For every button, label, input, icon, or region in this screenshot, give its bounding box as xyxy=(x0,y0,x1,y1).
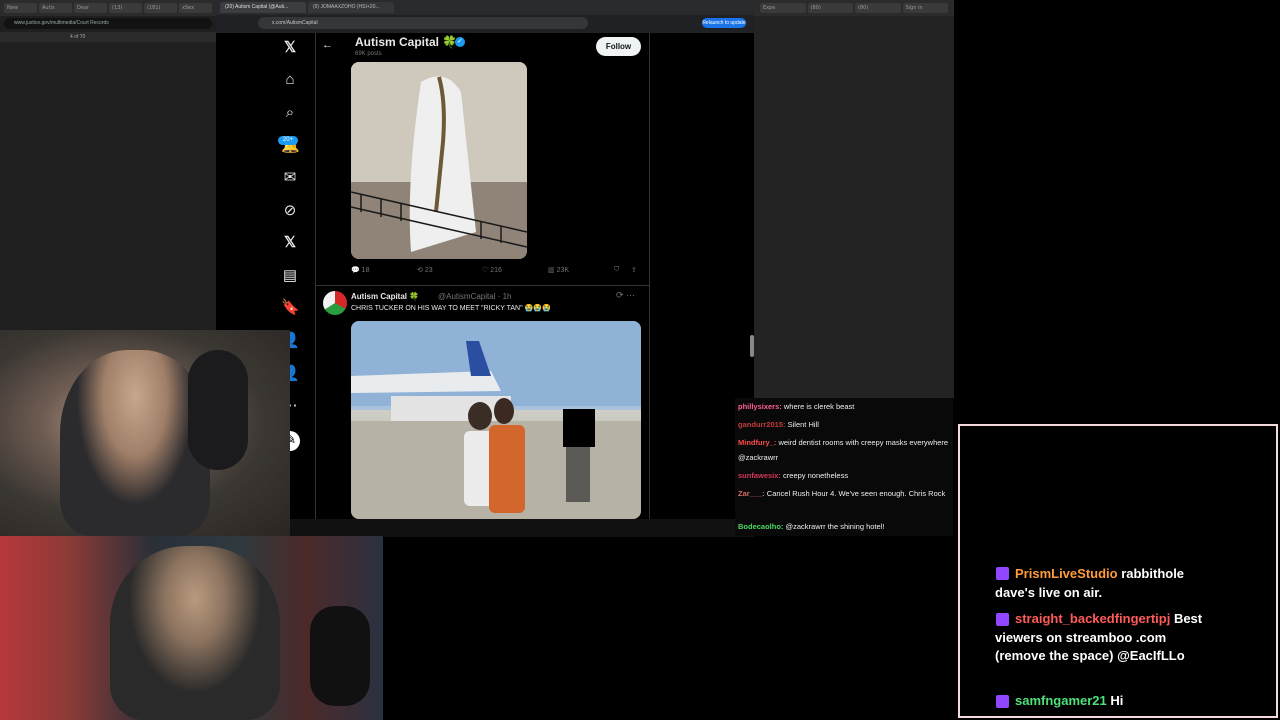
chat-message: gandurr2015: Silent Hill xyxy=(738,418,950,433)
stream-chat-message: straight_backedfingertipj Best viewers o… xyxy=(995,610,1205,666)
mail-icon[interactable]: ✉ xyxy=(281,169,299,187)
post1-actions: 💬 18 ⟲ 23 ♡ 216 ▥ 23K ⛉ ⇪ xyxy=(351,266,641,278)
views-count: 23K xyxy=(556,267,570,274)
microphone-icon xyxy=(310,606,370,706)
right-tab[interactable]: (80) xyxy=(855,3,901,13)
bookmark-post-icon[interactable]: ⛉ xyxy=(614,266,619,274)
post-image-staircase[interactable] xyxy=(351,62,527,259)
center-bottom-bar xyxy=(216,519,754,537)
left-tab[interactable]: xSex xyxy=(179,3,212,13)
airport-photo-illustration xyxy=(351,321,641,519)
right-tab-strip: Expe (80) (80) Sign in xyxy=(754,0,954,16)
chat-username: Mindfury_: xyxy=(738,438,777,447)
bookmark-icon[interactable]: 🔖 xyxy=(281,299,300,317)
microphone-icon xyxy=(188,350,248,470)
grok-icon[interactable]: ⊘ xyxy=(281,202,299,220)
right-sign-in[interactable]: Sign in xyxy=(902,3,948,13)
follow-button[interactable]: Follow xyxy=(596,37,641,56)
like-button[interactable]: ♡ 216 xyxy=(482,266,502,274)
verified-badge-icon: ✓ xyxy=(455,37,465,47)
more-options-icon[interactable]: ⟳ ··· xyxy=(616,290,635,301)
column-divider xyxy=(649,33,650,523)
repost-count: 23 xyxy=(424,267,433,274)
left-tab-strip: New Autis Dear (13) (181) xSex xyxy=(0,0,216,16)
share-icon[interactable]: ⇪ xyxy=(631,266,637,274)
left-tab[interactable]: (181) xyxy=(144,3,177,13)
relaunch-button[interactable]: Relaunch to update xyxy=(702,18,746,28)
chat-text: @zackrawrr the shining hotel! xyxy=(785,522,885,531)
search-icon[interactable]: ⌕ xyxy=(281,104,299,122)
center-address-bar[interactable]: x.com/AutismCapital xyxy=(258,17,588,29)
stream-chat-text: Hi xyxy=(1110,693,1124,708)
posts-count: 69K posts xyxy=(355,51,382,57)
right-tab[interactable]: Expe xyxy=(760,3,806,13)
chat-text: Silent Hill xyxy=(787,420,819,429)
premium-x-icon[interactable]: 𝕏 xyxy=(281,234,299,252)
profile-name: Autism Capital 🍀 xyxy=(355,35,458,49)
left-tab[interactable]: (13) xyxy=(109,3,142,13)
chat-username: phillysixers: xyxy=(738,402,782,411)
chat-message: phillysixers: where is clerek beast xyxy=(738,400,950,415)
tab-second[interactable]: (9) JOMAAXZOHO (HSI+20... xyxy=(308,2,394,13)
post2-handle[interactable]: @AutismCapital · 1h xyxy=(438,292,511,301)
chat-message: sunfawesix: creepy nonetheless xyxy=(738,469,950,484)
post-divider xyxy=(316,285,649,286)
overlay-chat: phillysixers: where is clerek beast gand… xyxy=(735,398,953,536)
chat-text: Cancel Rush Hour 4. We've seen enough. C… xyxy=(766,489,946,498)
chat-message: Zar___: Cancel Rush Hour 4. We've seen e… xyxy=(738,487,950,502)
column-divider xyxy=(315,33,316,523)
chat-username: Bodecaolho: xyxy=(738,522,784,531)
chat-message: Mindfury_: weird dentist rooms with cree… xyxy=(738,436,950,465)
post2-author-name[interactable]: Autism Capital 🍀 xyxy=(351,292,419,301)
stream-chat-message: PrismLiveStudio rabbithole dave's live o… xyxy=(995,565,1205,602)
stream-chat-username: samfngamer21 xyxy=(1015,693,1107,708)
repost-button[interactable]: ⟲ 23 xyxy=(417,266,433,274)
lists-icon[interactable]: ▤ xyxy=(281,267,299,285)
stream-chat-message: samfngamer21 Hi xyxy=(995,692,1205,711)
like-count: 216 xyxy=(490,267,502,274)
views-button[interactable]: ▥ 23K xyxy=(548,266,569,274)
home-icon[interactable]: ⌂ xyxy=(281,71,299,89)
left-address-bar[interactable]: www.justice.gov/multimedia/Court Records xyxy=(4,18,212,29)
stream-chat-username: PrismLiveStudio xyxy=(1015,566,1118,581)
back-arrow-icon[interactable]: ← xyxy=(322,39,338,55)
center-tab-strip: (20) Autism Capital (@Auti... (9) JOMAAX… xyxy=(216,0,754,15)
staircase-illustration xyxy=(351,62,527,259)
left-tab[interactable]: Dear xyxy=(74,3,107,13)
notification-badge: 20+ xyxy=(278,136,298,145)
reply-button[interactable]: 💬 18 xyxy=(351,266,369,274)
avatar[interactable] xyxy=(323,291,347,315)
stream-chat-box: PrismLiveStudio rabbithole dave's live o… xyxy=(958,424,1278,718)
chat-username: Zar___: xyxy=(738,489,765,498)
tab-autism-capital[interactable]: (20) Autism Capital (@Auti... xyxy=(220,2,306,13)
left-tab[interactable]: Autis xyxy=(39,3,72,13)
chat-text: where is clerek beast xyxy=(783,402,855,411)
stream-chat-username: straight_backedfingertipj xyxy=(1015,611,1171,626)
post-image-airport[interactable] xyxy=(351,321,641,519)
guest-figure xyxy=(110,546,280,720)
reply-count: 18 xyxy=(361,267,370,274)
right-browser-window xyxy=(754,0,954,398)
post2-text: CHRIS TUCKER ON HIS WAY TO MEET "RICKY T… xyxy=(351,305,551,312)
right-tab[interactable]: (80) xyxy=(807,3,853,13)
webcam-streamer-main xyxy=(0,330,290,536)
left-browser-window xyxy=(0,0,216,330)
x-logo-icon[interactable]: 𝕏 xyxy=(281,39,299,57)
chat-message: Bodecaolho: @zackrawrr the shining hotel… xyxy=(738,520,950,535)
pdf-page-indicator[interactable]: 4 of 70 xyxy=(0,32,216,42)
chat-username: gandurr2015: xyxy=(738,420,786,429)
chat-text: creepy nonetheless xyxy=(783,471,849,480)
left-tab[interactable]: New xyxy=(4,3,37,13)
chat-username: sunfawesix: xyxy=(738,471,781,480)
webcam-streamer-guest xyxy=(0,536,383,720)
